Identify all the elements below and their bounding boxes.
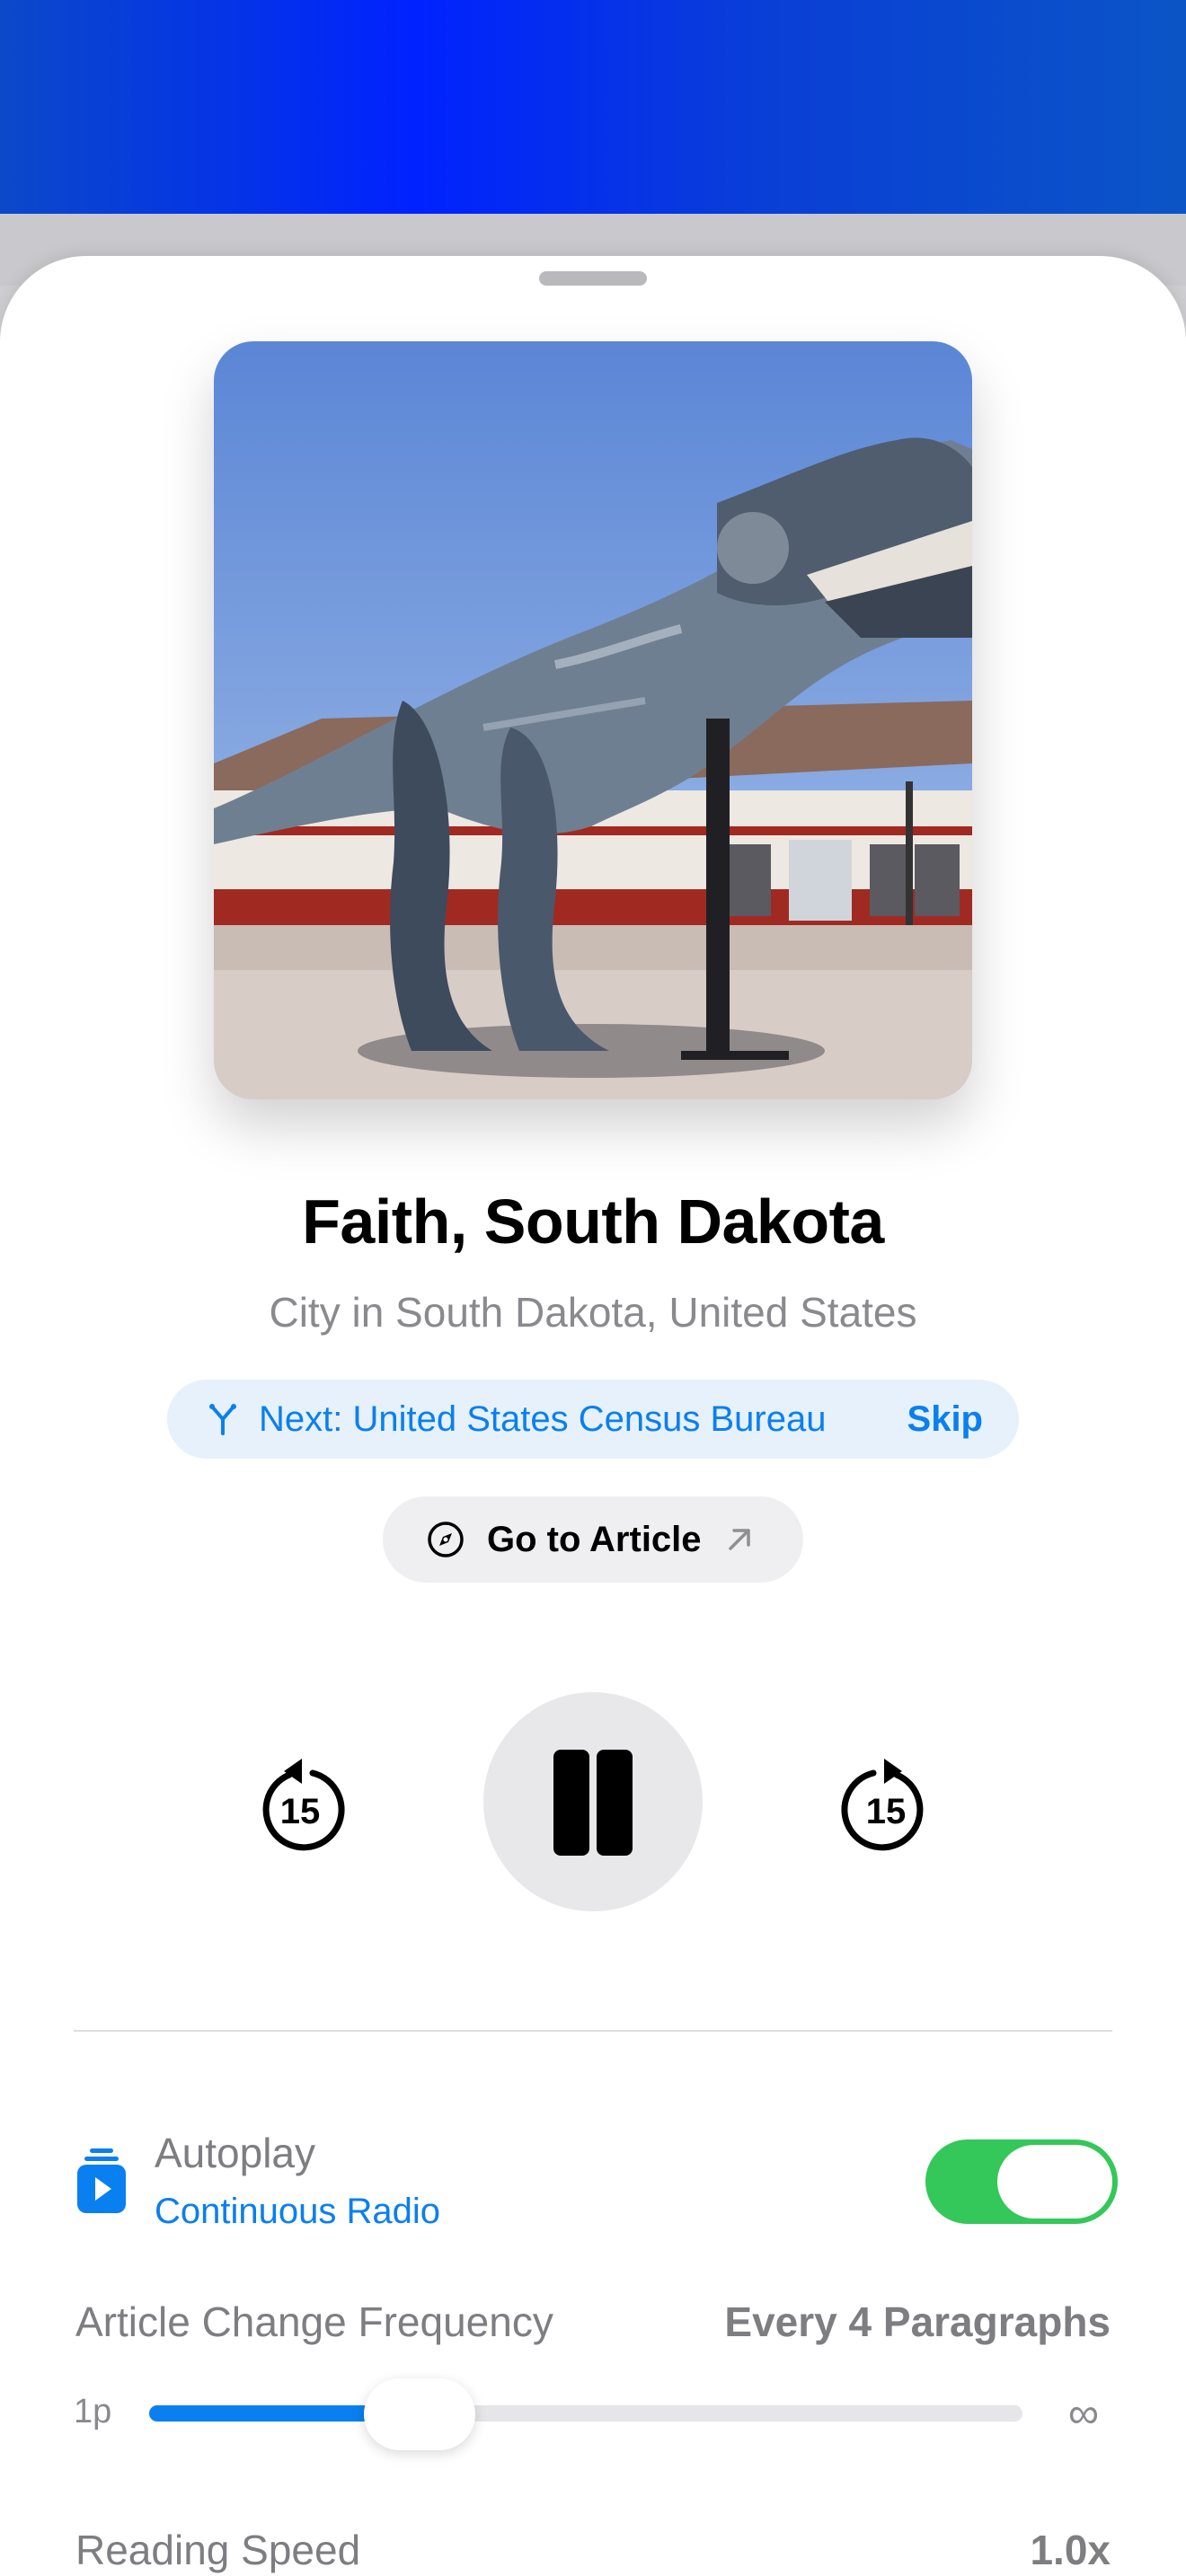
pause-button[interactable] <box>483 1692 703 1911</box>
autoplay-mode-link[interactable]: Continuous Radio <box>155 2192 440 2232</box>
article-subtitle: City in South Dakota, United States <box>269 1289 917 1336</box>
frequency-label: Article Change Frequency <box>75 2298 553 2345</box>
sheet-grabber[interactable] <box>539 271 647 286</box>
reading-speed-value[interactable]: 1.0x <box>1030 2526 1111 2574</box>
skip-back-15-button[interactable]: 15 <box>253 1751 347 1852</box>
frequency-slider-track[interactable] <box>149 2405 1022 2422</box>
next-up-label: Next: United States Census Bureau <box>259 1398 827 1439</box>
section-divider <box>74 2030 1112 2032</box>
header-background <box>0 0 1186 214</box>
frequency-slider-min-label: 1p <box>74 2393 112 2430</box>
autoplay-toggle-knob <box>997 2145 1112 2219</box>
skip-button[interactable]: Skip <box>907 1399 983 1440</box>
arrow-up-right-icon <box>728 1529 750 1550</box>
frequency-value: Every 4 Paragraphs <box>724 2298 1111 2345</box>
go-to-article-label: Go to Article <box>487 1519 702 1559</box>
skip-forward-15-button[interactable]: 15 <box>839 1751 933 1852</box>
screen: Faith, South Dakota City in South Dakota… <box>0 0 1186 2576</box>
frequency-slider-thumb[interactable] <box>364 2378 475 2450</box>
skip-back-label: 15 <box>280 1792 321 1831</box>
frequency-slider-max-label: ∞ <box>1067 2390 1100 2438</box>
pause-icon-left <box>553 1750 589 1856</box>
skip-forward-label: 15 <box>866 1792 907 1831</box>
autoplay-label: Autoplay <box>155 2130 316 2176</box>
next-up-pill[interactable]: Next: United States Census Bureau Skip <box>167 1380 1019 1459</box>
branch-icon <box>209 1404 236 1435</box>
autoplay-queue-icon <box>77 2148 126 2213</box>
pause-icon-right <box>597 1750 633 1856</box>
article-artwork <box>214 341 972 1099</box>
autoplay-toggle[interactable] <box>925 2139 1118 2224</box>
article-title: Faith, South Dakota <box>302 1187 884 1257</box>
reading-speed-label: Reading Speed <box>75 2527 361 2573</box>
compass-icon <box>428 1522 464 1557</box>
go-to-article-button[interactable]: Go to Article <box>383 1496 803 1583</box>
t-rex-sculpture-photo <box>214 341 972 1099</box>
